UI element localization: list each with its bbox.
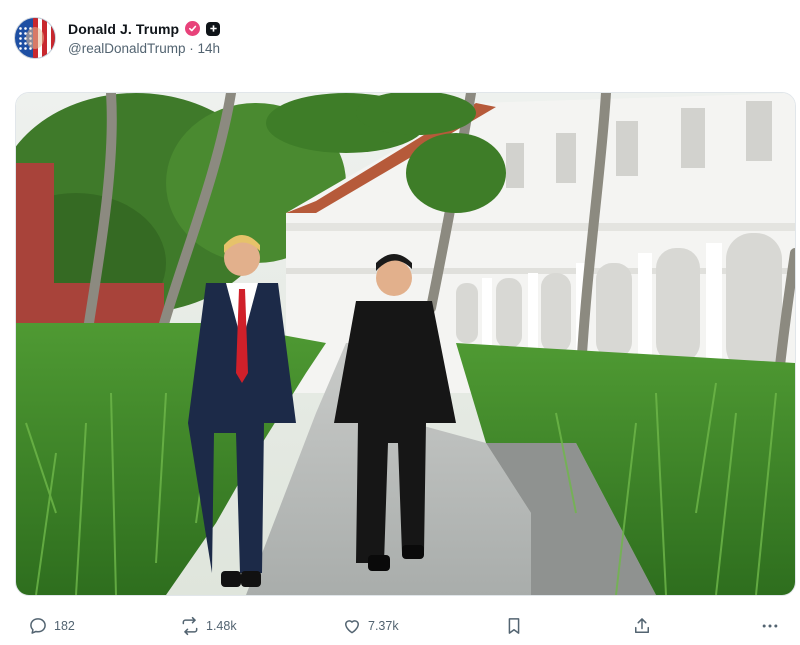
repost-arrows-icon — [182, 616, 198, 636]
avatar[interactable] — [14, 17, 56, 59]
photo-illustration — [16, 93, 795, 595]
author-handle-row: @realDonaldTrump · 14h — [68, 41, 220, 56]
author-display-name[interactable]: Donald J. Trump — [68, 21, 179, 37]
post-timestamp[interactable]: 14h — [198, 41, 221, 56]
ellipsis-icon — [762, 624, 778, 628]
like-count: 7.37k — [368, 619, 399, 633]
post-action-bar: 182 1.48k 7.37k — [0, 608, 800, 644]
separator-dot: · — [189, 40, 194, 56]
reply-button[interactable]: 182 — [28, 608, 75, 644]
bookmark-icon — [508, 618, 520, 634]
verified-badge-icon — [185, 21, 201, 36]
upload-icon — [635, 618, 649, 633]
more-options-button[interactable] — [760, 608, 780, 644]
heart-icon — [345, 620, 359, 634]
post-photo[interactable] — [15, 92, 796, 596]
post-header: Donald J. Trump @realDonaldTrump · 14h — [14, 14, 221, 62]
affiliate-badge-icon — [206, 21, 221, 36]
author-info: Donald J. Trump @realDonaldTrump · 14h — [68, 21, 221, 56]
repost-count: 1.48k — [206, 619, 237, 633]
speech-bubble-icon — [30, 618, 46, 634]
reply-count: 182 — [54, 619, 75, 633]
share-button[interactable] — [632, 608, 652, 644]
author-handle[interactable]: @realDonaldTrump — [68, 41, 186, 56]
like-button[interactable]: 7.37k — [342, 608, 399, 644]
bookmark-button[interactable] — [504, 608, 524, 644]
repost-button[interactable]: 1.48k — [180, 608, 237, 644]
